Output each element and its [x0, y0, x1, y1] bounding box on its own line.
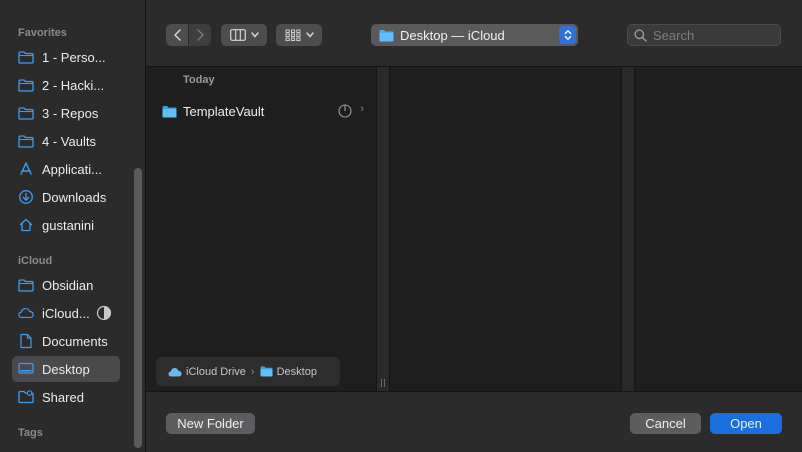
- file-browser: Today TemplateVault › iCloud Drive › Des…: [146, 67, 802, 391]
- path-label: iCloud Drive: [186, 365, 246, 378]
- view-mode-button[interactable]: [221, 24, 267, 46]
- columns-view-icon: [229, 29, 246, 41]
- desktop-folder-icon: [379, 29, 394, 42]
- group-by-button[interactable]: [276, 24, 322, 46]
- folder-icon: [18, 77, 34, 93]
- sidebar-item-2-hacking[interactable]: 2 - Hacki...: [12, 72, 120, 98]
- sidebar-item-documents[interactable]: Documents: [12, 328, 120, 354]
- sidebar-item-shared[interactable]: Shared: [12, 384, 120, 410]
- chevron-down-icon: [250, 32, 259, 38]
- forward-button[interactable]: [189, 24, 211, 46]
- storage-usage-icon: [96, 305, 112, 321]
- location-stepper: [559, 26, 576, 44]
- search-input[interactable]: [653, 27, 773, 43]
- file-name: TemplateVault: [183, 103, 265, 119]
- search-field[interactable]: [627, 24, 781, 46]
- new-folder-button[interactable]: New Folder: [166, 413, 255, 434]
- sidebar-item-1-personal[interactable]: 1 - Perso...: [12, 44, 120, 70]
- folder-icon: [260, 366, 277, 377]
- sidebar-item-3-repos[interactable]: 3 - Repos: [12, 100, 120, 126]
- path-segment-desktop[interactable]: Desktop: [260, 366, 317, 378]
- sidebar-section-icloud: iCloud: [18, 255, 53, 267]
- sidebar-item-icloud-drive[interactable]: iCloud...: [12, 300, 120, 326]
- chevron-down-icon: [305, 32, 314, 38]
- sidebar-item-label: Shared: [42, 389, 84, 405]
- sidebar: Favorites 1 - Perso... 2 - Hacki... 3 - …: [0, 0, 146, 452]
- search-icon: [634, 28, 647, 42]
- location-label: Desktop — iCloud: [400, 27, 505, 43]
- shared-folder-icon: [18, 389, 34, 405]
- path-segment-icloud-drive[interactable]: iCloud Drive: [168, 366, 246, 378]
- sidebar-item-downloads[interactable]: Downloads: [12, 184, 120, 210]
- desktop-icon: [18, 361, 34, 377]
- sidebar-item-label: 2 - Hacki...: [42, 77, 105, 93]
- path-bar: iCloud Drive › Desktop: [156, 357, 340, 386]
- sidebar-item-desktop[interactable]: Desktop: [12, 356, 120, 382]
- open-button[interactable]: Open: [710, 413, 782, 434]
- column-resize-handle[interactable]: [621, 67, 635, 391]
- dialog-footer: New Folder Cancel Open: [146, 391, 802, 452]
- icloud-icon: [168, 367, 186, 377]
- browser-column-1: Today TemplateVault › iCloud Drive › Des…: [146, 67, 376, 391]
- group-header: Today: [183, 74, 215, 86]
- sidebar-item-label: gustanini: [42, 217, 95, 233]
- sync-status-icon: [338, 104, 352, 118]
- folder-icon: [18, 133, 34, 149]
- chevron-left-icon: [173, 29, 182, 41]
- resize-grip-icon: [381, 379, 385, 387]
- sidebar-item-obsidian[interactable]: Obsidian: [12, 272, 120, 298]
- sidebar-item-label: Obsidian: [42, 277, 94, 293]
- sidebar-section-favorites: Favorites: [18, 27, 67, 39]
- toolbar: Desktop — iCloud: [146, 0, 802, 67]
- path-separator: ›: [250, 365, 255, 378]
- back-button[interactable]: [166, 24, 188, 46]
- sidebar-item-applications[interactable]: Applicati...: [12, 156, 120, 182]
- downloads-icon: [18, 189, 34, 205]
- sidebar-item-label: 1 - Perso...: [42, 49, 106, 65]
- folder-icon: [162, 105, 177, 118]
- chevron-right-icon: ›: [360, 103, 364, 115]
- folder-icon: [18, 105, 34, 121]
- column-resize-handle[interactable]: [376, 67, 390, 391]
- path-label: Desktop: [276, 365, 317, 378]
- sidebar-item-label: 4 - Vaults: [42, 133, 96, 149]
- sidebar-item-label: iCloud...: [42, 305, 90, 321]
- document-icon: [18, 333, 34, 349]
- sidebar-item-label: Applicati...: [42, 161, 102, 177]
- sidebar-section-tags: Tags: [18, 427, 43, 439]
- location-popup[interactable]: Desktop — iCloud: [371, 24, 578, 46]
- up-down-chevron-icon: [564, 29, 572, 41]
- sidebar-item-label: Downloads: [42, 189, 107, 205]
- sidebar-item-label: Documents: [42, 333, 108, 349]
- sidebar-scrollbar[interactable]: [134, 168, 142, 448]
- cancel-button[interactable]: Cancel: [630, 413, 701, 434]
- sidebar-item-home[interactable]: gustanini: [12, 212, 120, 238]
- sidebar-item-4-vaults[interactable]: 4 - Vaults: [12, 128, 120, 154]
- folder-icon: [18, 49, 34, 65]
- file-row-templatevault[interactable]: TemplateVault ›: [156, 100, 366, 122]
- sidebar-item-label: Desktop: [42, 361, 90, 377]
- icloud-icon: [18, 305, 34, 321]
- home-icon: [18, 217, 34, 233]
- applications-icon: [18, 161, 34, 177]
- sidebar-item-label: 3 - Repos: [42, 105, 99, 121]
- folder-icon: [18, 277, 34, 293]
- grid-icon: [285, 29, 301, 41]
- chevron-right-icon: [196, 29, 205, 41]
